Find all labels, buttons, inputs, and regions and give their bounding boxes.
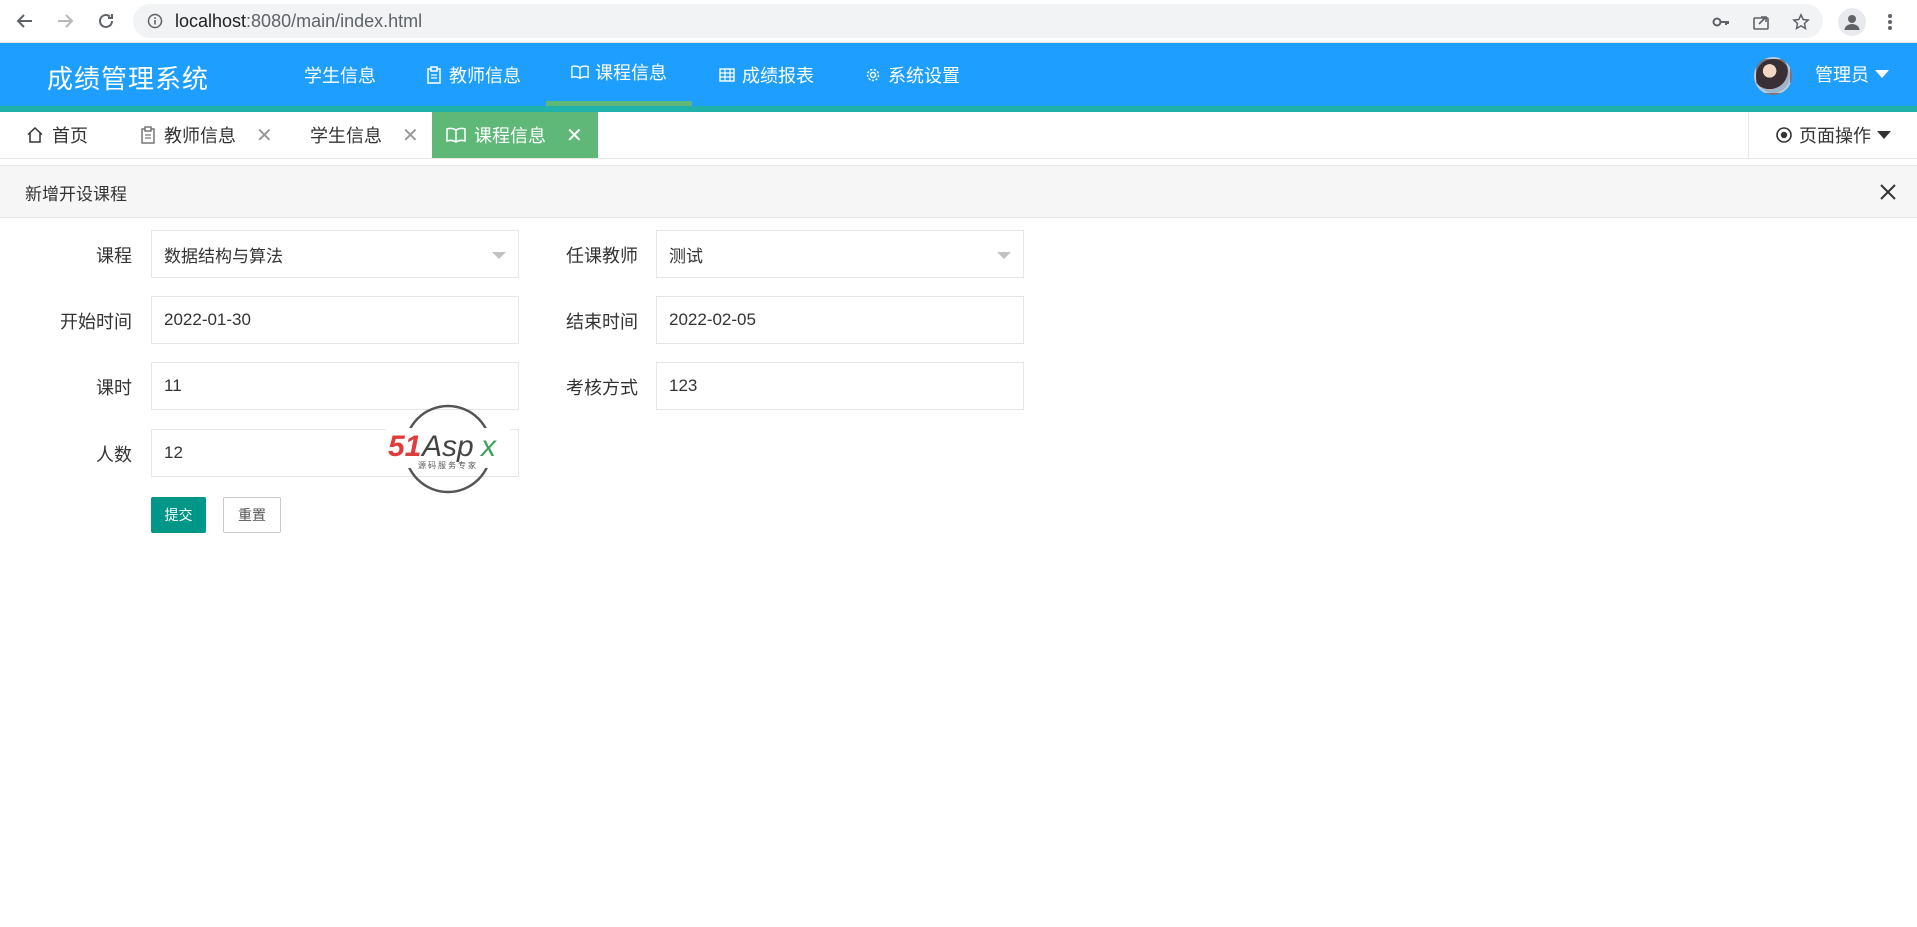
start-time-value: 2022-01-30 — [164, 310, 251, 329]
user-menu[interactable]: 管理员 — [1815, 61, 1889, 87]
close-icon[interactable] — [1876, 180, 1900, 204]
tab-home[interactable]: 首页 — [12, 112, 102, 158]
nav-grade-report[interactable]: 成绩报表 — [718, 43, 814, 106]
nav-student-info[interactable]: 学生信息 — [304, 43, 376, 106]
close-icon[interactable]: ✕ — [402, 123, 419, 147]
teacher-select-value: 测试 — [669, 246, 703, 267]
tab-label: 学生信息 — [310, 126, 382, 147]
course-label: 课程 — [96, 246, 132, 267]
end-time-value: 2022-02-05 — [669, 310, 756, 329]
nav-teacher-info[interactable]: 教师信息 — [425, 43, 521, 106]
app-logo: 成绩管理系统 — [47, 65, 210, 95]
tab-label: 课程信息 — [474, 126, 546, 147]
browser-menu-button[interactable] — [1880, 8, 1900, 36]
panel-title: 新增开设课程 — [25, 185, 127, 205]
course-select[interactable]: 数据结构与算法 — [151, 230, 519, 278]
nav-course-info[interactable]: 课程信息 — [546, 43, 692, 106]
book-icon — [571, 63, 589, 81]
clipboard-icon — [141, 126, 155, 144]
arrow-left-icon — [16, 14, 32, 28]
tab-bar: 首页 教师信息 ✕ 学生信息 ✕ 课程信息 ✕ 页面操作 — [0, 112, 1917, 159]
caret-down-icon — [1875, 70, 1889, 78]
nav-label: 课程信息 — [595, 63, 667, 84]
course-select-value: 数据结构与算法 — [164, 246, 283, 267]
student-count-value: 12 — [164, 443, 183, 462]
home-icon — [27, 126, 43, 143]
svg-text:源码服务专家: 源码服务专家 — [418, 460, 478, 470]
nav-label: 系统设置 — [888, 65, 960, 87]
table-icon — [718, 66, 736, 84]
share-icon[interactable] — [1751, 12, 1771, 32]
tab-course-info[interactable]: 课程信息 ✕ — [432, 112, 598, 158]
start-time-input[interactable]: 2022-01-30 — [151, 296, 519, 344]
app-header: 成绩管理系统 学生信息 教师信息 课程信息 成绩报表 系统设置 管理员 — [0, 43, 1917, 112]
watermark-logo: 51 Asp x 源码服务专家 — [386, 404, 510, 494]
book-icon — [446, 127, 466, 143]
nav-label: 学生信息 — [304, 65, 376, 87]
profile-button[interactable] — [1838, 8, 1866, 36]
gear-icon — [864, 66, 882, 84]
url-text: localhost:8080/main/index.html — [175, 11, 422, 32]
exam-method-value: 123 — [669, 376, 698, 395]
address-bar[interactable]: localhost:8080/main/index.html — [133, 4, 1823, 38]
avatar[interactable] — [1754, 57, 1792, 95]
clipboard-icon — [425, 65, 443, 84]
close-icon[interactable]: ✕ — [566, 123, 583, 147]
svg-text:Asp: Asp — [420, 430, 474, 463]
star-icon[interactable] — [1791, 12, 1811, 32]
teacher-select[interactable]: 测试 — [656, 230, 1024, 278]
close-icon[interactable]: ✕ — [256, 123, 273, 147]
end-time-label: 结束时间 — [566, 312, 638, 333]
svg-text:51: 51 — [388, 430, 421, 463]
hours-value: 11 — [164, 376, 182, 395]
back-button[interactable] — [11, 7, 39, 35]
nav-label: 教师信息 — [449, 65, 521, 87]
panel-header: 新增开设课程 — [0, 165, 1917, 218]
submit-button[interactable]: 提交 — [151, 497, 206, 533]
browser-toolbar: localhost:8080/main/index.html — [0, 0, 1917, 43]
nav-label: 成绩报表 — [742, 65, 814, 87]
exam-method-input[interactable]: 123 — [656, 362, 1024, 410]
kebab-menu-icon — [1888, 14, 1892, 30]
nav-system-settings[interactable]: 系统设置 — [864, 43, 960, 106]
url-host: localhost — [175, 11, 247, 31]
hours-label: 课时 — [96, 378, 132, 399]
user-name: 管理员 — [1815, 65, 1869, 86]
hours-input[interactable]: 11 — [151, 362, 519, 410]
tab-label: 首页 — [52, 126, 88, 147]
radio-dot-icon — [1776, 127, 1792, 143]
tab-student-info[interactable]: 学生信息 ✕ — [296, 112, 433, 158]
reload-button[interactable] — [92, 7, 120, 35]
caret-down-icon — [492, 252, 506, 259]
end-time-input[interactable]: 2022-02-05 — [656, 296, 1024, 344]
person-icon — [1844, 15, 1860, 30]
key-icon[interactable] — [1711, 12, 1731, 32]
tab-teacher-info[interactable]: 教师信息 ✕ — [126, 112, 287, 158]
page-operations-label: 页面操作 — [1799, 126, 1871, 147]
tab-label: 教师信息 — [164, 126, 236, 147]
caret-down-icon — [1877, 131, 1891, 139]
teacher-label: 任课教师 — [566, 246, 638, 267]
forward-button[interactable] — [51, 7, 79, 35]
info-icon[interactable] — [147, 13, 163, 29]
page-operations-menu[interactable]: 页面操作 — [1748, 112, 1917, 158]
student-count-label: 人数 — [96, 445, 132, 466]
start-time-label: 开始时间 — [60, 312, 132, 333]
reset-button[interactable]: 重置 — [223, 497, 281, 533]
svg-text:x: x — [479, 430, 497, 463]
caret-down-icon — [997, 252, 1011, 259]
url-path: :8080/main/index.html — [246, 11, 423, 31]
arrow-right-icon — [58, 14, 74, 28]
reload-icon — [99, 13, 113, 28]
exam-method-label: 考核方式 — [566, 378, 638, 399]
